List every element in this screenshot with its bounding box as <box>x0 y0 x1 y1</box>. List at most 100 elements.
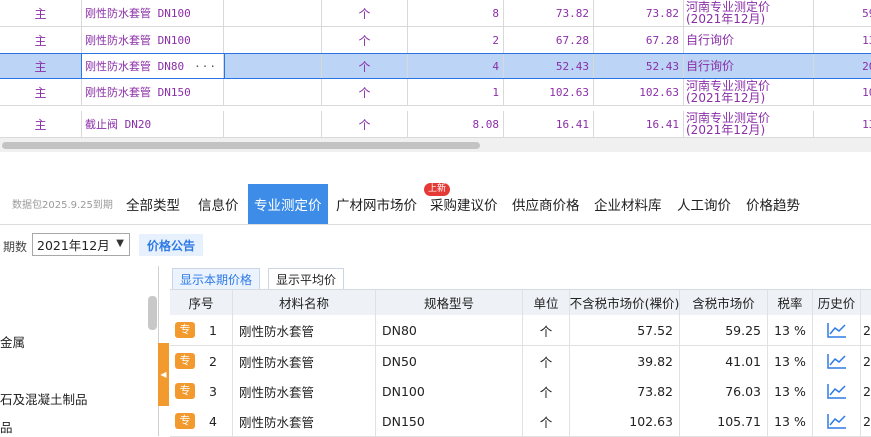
row-history[interactable] <box>813 376 861 406</box>
tree-item[interactable]: 石及混凝土制品 <box>0 389 88 408</box>
header-history: 历史价 <box>813 290 861 315</box>
tab-current-price[interactable]: 显示本期价格 <box>172 268 261 290</box>
more-options-icon[interactable]: ··· <box>194 60 217 73</box>
row-qty[interactable]: 1 <box>408 79 504 105</box>
row-source: 河南专业测定价 (2021年12月) <box>684 0 814 26</box>
row-spec[interactable] <box>224 0 322 26</box>
row-amount: 102 <box>862 85 871 99</box>
grid-row[interactable]: 主 刚性防水套管 DN100 个 8 73.82 73.82 河南专业测定价 (… <box>0 0 871 27</box>
row-name[interactable]: 截止阀 DN20 <box>82 111 224 137</box>
row-history[interactable] <box>813 315 861 345</box>
row-price[interactable]: 102.63 <box>504 79 594 105</box>
tab-supplier-price[interactable]: 供应商价格 <box>506 184 586 224</box>
row-date: 20 <box>863 322 871 338</box>
line-chart-icon[interactable] <box>826 353 847 369</box>
row-spec[interactable] <box>224 27 322 53</box>
row-name[interactable]: 刚性防水套管 DN100 <box>82 27 224 53</box>
table-row[interactable]: 专 3 刚性防水套管 DN100 个 73.82 76.03 13 % 20 <box>170 376 871 407</box>
source-label: 自行询价 <box>686 59 735 73</box>
row-price-in: 41.01 <box>680 346 768 376</box>
line-chart-icon[interactable] <box>826 383 847 399</box>
grid-row[interactable]: 主 刚性防水套管 DN100 个 2 67.28 67.28 自行询价 134 <box>0 27 871 54</box>
grid-row[interactable]: 主 截止阀 DN20 个 8.08 16.41 16.41 河南专业测定价 (2… <box>0 111 871 138</box>
row-date: 20 <box>863 413 871 429</box>
row-price[interactable]: 73.82 <box>504 0 594 26</box>
table-row[interactable]: 专 1 刚性防水套管 DN80 个 57.52 59.25 13 % 20 <box>170 315 871 346</box>
row-type: 主 <box>0 27 82 53</box>
tab-market-price[interactable]: 广材网市场价 <box>330 184 423 224</box>
table-header: 序号 材料名称 规格型号 单位 不含税市场价(裸价) 含税市场价 税率 历史价 <box>170 289 871 316</box>
row-price-tax: 67.28 <box>594 27 684 53</box>
row-name-editor[interactable]: 刚性防水套管 DN80 ··· <box>81 53 225 79</box>
header-price-ex: 不含税市场价(裸价) <box>570 290 680 315</box>
row-name[interactable]: 刚性防水套管 DN100 <box>82 0 224 26</box>
row-unit: 个 <box>523 315 570 345</box>
row-unit: 个 <box>523 406 570 436</box>
tab-price-trend[interactable]: 价格趋势 <box>740 184 806 224</box>
row-unit: 个 <box>322 79 408 105</box>
row-name[interactable]: 刚性防水套管 DN80 <box>85 58 184 74</box>
tree-item[interactable]: 品 <box>0 417 13 436</box>
row-qty[interactable]: 8.08 <box>408 111 504 137</box>
tab-all-types[interactable]: 全部类型 <box>120 184 186 224</box>
tab-info-price[interactable]: 信息价 <box>192 184 245 224</box>
price-notice-button[interactable]: 价格公告 <box>139 234 204 256</box>
chevron-down-icon[interactable]: ▼ <box>116 238 124 249</box>
row-amount: 132 <box>862 117 871 131</box>
row-price[interactable]: 16.41 <box>504 111 594 137</box>
row-unit: 个 <box>322 0 408 26</box>
row-price[interactable]: 67.28 <box>504 27 594 53</box>
row-price-ex: 73.82 <box>570 376 680 406</box>
row-index-cell: 专 3 <box>170 376 233 406</box>
row-type: 主 <box>0 79 82 105</box>
row-qty[interactable]: 2 <box>408 27 504 53</box>
row-spec: DN100 <box>376 376 523 406</box>
line-chart-icon[interactable] <box>826 322 847 338</box>
row-tax: 13 % <box>768 346 813 376</box>
row-name: 刚性防水套管 <box>233 406 376 436</box>
row-amount: 209 <box>862 59 871 73</box>
period-value: 2021年12月 <box>37 238 110 253</box>
row-type: 主 <box>0 111 82 137</box>
scrollbar-thumb[interactable] <box>2 142 480 149</box>
tab-enterprise-library[interactable]: 企业材料库 <box>588 184 668 224</box>
tree-scrollbar[interactable] <box>148 296 157 330</box>
header-price-in: 含税市场价 <box>680 290 768 315</box>
header-tax: 税率 <box>768 290 813 315</box>
row-source: 自行询价 <box>684 27 814 53</box>
row-price[interactable]: 52.43 <box>504 54 594 78</box>
horizontal-scrollbar[interactable] <box>0 138 871 152</box>
table-row[interactable]: 专 2 刚性防水套管 DN50 个 39.82 41.01 13 % 20 <box>170 346 871 377</box>
grid-row[interactable]: 主 刚性防水套管 DN150 个 1 102.63 102.63 河南专业测定价… <box>0 79 871 106</box>
grid-row-selected[interactable]: 主 刚性防水套管 DN80 ··· 个 4 52.43 52.43 自行询价 2… <box>0 53 871 79</box>
professional-badge: 专 <box>175 322 195 338</box>
row-spec: DN80 <box>376 315 523 345</box>
tab-professional-price[interactable]: 专业测定价 <box>248 184 328 224</box>
line-chart-icon[interactable] <box>826 413 847 429</box>
table-row[interactable]: 专 4 刚性防水套管 DN150 个 102.63 105.71 13 % 20 <box>170 406 871 437</box>
tab-average-price[interactable]: 显示平均价 <box>268 268 345 290</box>
row-history[interactable] <box>813 406 861 436</box>
row-qty[interactable]: 8 <box>408 0 504 26</box>
row-spec[interactable] <box>224 54 322 78</box>
row-price-ex: 57.52 <box>570 315 680 345</box>
source-period: (2021年12月) <box>686 91 766 105</box>
tab-manual-inquiry[interactable]: 人工询价 <box>671 184 737 224</box>
tree-item[interactable]: 金属 <box>0 332 25 351</box>
header-spec: 规格型号 <box>376 290 523 315</box>
package-expiry-label: 数据包2025.9.25到期 <box>12 200 113 211</box>
row-source: 河南专业测定价 (2021年12月) <box>684 111 814 137</box>
header-name: 材料名称 <box>233 290 376 315</box>
row-name: 刚性防水套管 <box>233 315 376 345</box>
row-qty[interactable]: 4 <box>408 54 504 78</box>
row-history[interactable] <box>813 346 861 376</box>
source-period: (2021年12月) <box>686 123 766 137</box>
period-select[interactable]: 2021年12月 ▼ <box>32 233 130 256</box>
collapse-panel-button[interactable]: ◀ <box>158 343 169 406</box>
row-index: 4 <box>209 413 217 429</box>
professional-badge: 专 <box>175 413 195 429</box>
row-tax: 13 % <box>768 406 813 436</box>
row-spec[interactable] <box>224 111 322 137</box>
row-spec[interactable] <box>224 79 322 105</box>
row-name[interactable]: 刚性防水套管 DN150 <box>82 79 224 105</box>
